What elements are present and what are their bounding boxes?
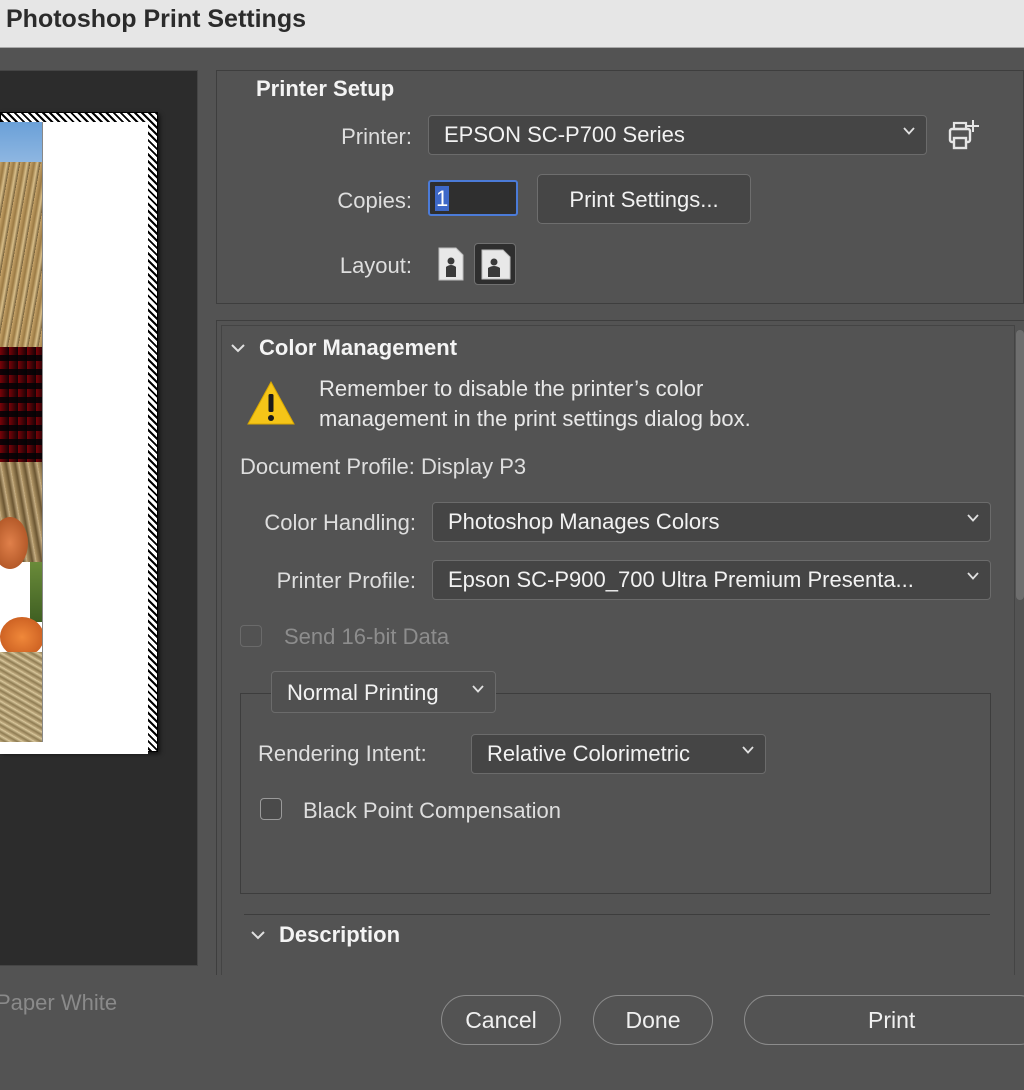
paper-white-label: Paper White	[0, 990, 118, 1015]
color-warning-message: Remember to disable the printer’s color …	[319, 376, 751, 431]
preview-page[interactable]	[0, 112, 158, 754]
rendering-intent-value: Relative Colorimetric	[487, 741, 690, 766]
printer-dropdown[interactable]: EPSON SC-P700 Series	[428, 115, 927, 155]
rendering-intent-label: Rendering Intent:	[258, 741, 427, 766]
printer-profile-label: Printer Profile:	[276, 568, 416, 593]
description-heading[interactable]: Description	[279, 922, 400, 948]
chevron-down-icon	[967, 572, 979, 580]
cancel-button[interactable]: Cancel	[441, 995, 561, 1045]
printer-profile-dropdown[interactable]: Epson SC-P900_700 Ultra Premium Presenta…	[432, 560, 991, 600]
color-management-heading[interactable]: Color Management	[259, 335, 457, 361]
copies-label: Copies:	[337, 188, 412, 213]
title-bar: Photoshop Print Settings	[0, 0, 1024, 48]
layout-landscape-button[interactable]	[474, 243, 516, 285]
printing-mode-dropdown[interactable]: Normal Printing	[271, 671, 496, 713]
chevron-down-icon	[742, 746, 754, 754]
document-profile: Document Profile: Display P3	[240, 454, 527, 479]
chevron-down-icon[interactable]	[230, 340, 246, 356]
printer-info-icon[interactable]	[944, 118, 984, 154]
print-settings-button[interactable]: Print Settings...	[537, 174, 751, 224]
preview-photo[interactable]	[0, 122, 43, 742]
print-button[interactable]: Print	[744, 995, 1024, 1045]
layout-portrait-button[interactable]	[434, 245, 468, 283]
send-16bit-label: Send 16-bit Data	[284, 624, 450, 649]
copies-input[interactable]: 1	[428, 180, 518, 216]
chevron-down-icon	[903, 127, 915, 135]
done-button[interactable]: Done	[593, 995, 713, 1045]
chevron-down-icon	[472, 685, 484, 693]
color-handling-dropdown[interactable]: Photoshop Manages Colors	[432, 502, 991, 542]
printer-value: EPSON SC-P700 Series	[444, 122, 685, 147]
send-16bit-checkbox[interactable]	[240, 625, 262, 647]
black-point-compensation-checkbox[interactable]	[260, 798, 282, 820]
section-divider	[244, 914, 990, 915]
printer-setup-heading: Printer Setup	[256, 76, 395, 101]
window-title: Photoshop Print Settings	[6, 5, 306, 33]
color-handling-label: Color Handling:	[264, 510, 416, 535]
printer-label: Printer:	[341, 124, 412, 149]
color-handling-value: Photoshop Manages Colors	[448, 509, 720, 534]
landscape-layout-icon	[481, 249, 511, 280]
layout-label: Layout:	[339, 253, 412, 278]
portrait-layout-icon	[438, 247, 464, 281]
black-point-compensation-label: Black Point Compensation	[303, 798, 562, 823]
chevron-down-icon[interactable]	[250, 927, 266, 943]
copies-value: 1	[435, 186, 450, 211]
printer-profile-value: Epson SC-P900_700 Ultra Premium Presenta…	[448, 567, 914, 592]
chevron-down-icon	[967, 514, 979, 522]
rendering-group	[240, 693, 991, 894]
printing-mode-value: Normal Printing	[287, 680, 439, 705]
warning-icon	[247, 380, 295, 425]
rendering-intent-dropdown[interactable]: Relative Colorimetric	[471, 734, 766, 774]
scrollbar[interactable]	[1016, 330, 1024, 600]
